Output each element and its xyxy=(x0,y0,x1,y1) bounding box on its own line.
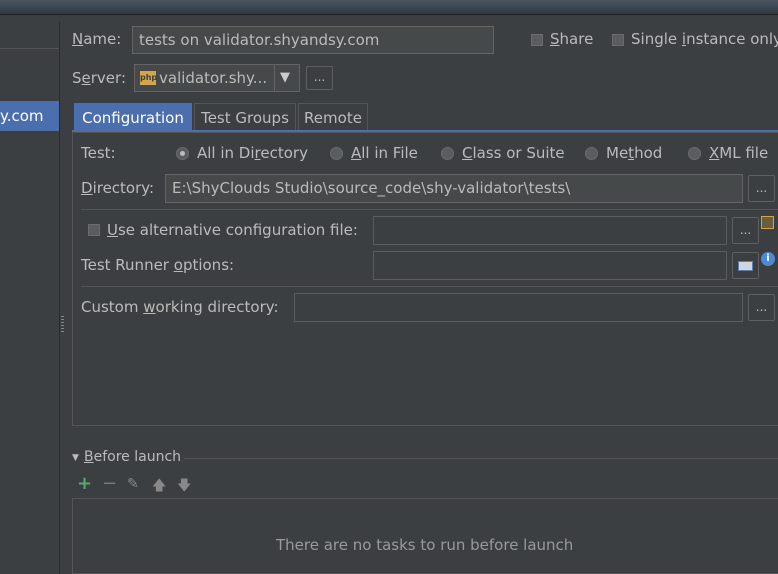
radio-all-in-file-label: All in File xyxy=(351,144,418,162)
directory-label: Directory: xyxy=(81,179,155,197)
radio-method-label: Method xyxy=(606,144,663,162)
working-dir-input[interactable] xyxy=(294,293,743,322)
radio-all-in-file[interactable] xyxy=(330,147,343,160)
server-label: Server: xyxy=(72,69,126,87)
directory-input[interactable]: E:\ShyClouds Studio\source_code\shy-vali… xyxy=(165,174,743,203)
php-icon: php xyxy=(140,71,157,85)
radio-xml-file-label: XML file xyxy=(709,144,769,162)
tab-configuration[interactable]: Configuration xyxy=(74,103,192,131)
add-icon[interactable]: + xyxy=(77,474,92,494)
tree-toolbar-divider xyxy=(0,48,59,49)
editor-icon xyxy=(738,261,753,271)
radio-method[interactable] xyxy=(585,147,598,160)
share-checkbox[interactable] xyxy=(531,34,543,46)
section-divider xyxy=(81,209,778,210)
server-browse-button[interactable]: ... xyxy=(306,66,333,90)
splitter-grip[interactable] xyxy=(61,316,64,332)
edit-icon[interactable]: ✎ xyxy=(127,476,139,492)
tab-remote[interactable]: Remote xyxy=(298,103,368,131)
alt-config-input[interactable] xyxy=(373,216,727,245)
share-label: Share xyxy=(550,30,594,48)
alt-config-label: Use alternative configuration file: xyxy=(107,221,358,239)
runner-options-label: Test Runner options: xyxy=(81,256,235,274)
single-instance-label: Single instance only xyxy=(631,30,778,48)
collapse-triangle-icon[interactable]: ▼ xyxy=(72,453,79,463)
working-dir-label: Custom working directory: xyxy=(81,298,279,316)
directory-browse-button[interactable]: ... xyxy=(748,175,775,202)
tab-test-groups[interactable]: Test Groups xyxy=(194,103,296,131)
single-instance-checkbox[interactable] xyxy=(612,34,624,46)
name-label: Name: xyxy=(72,30,122,48)
remove-icon[interactable]: − xyxy=(102,474,117,494)
before-launch-title[interactable]: Before launch xyxy=(84,449,181,465)
runner-options-input[interactable] xyxy=(373,251,727,280)
working-dir-browse-button[interactable]: ... xyxy=(748,294,775,321)
section-divider-2 xyxy=(81,286,778,287)
radio-class-or-suite-label: Class or Suite xyxy=(462,144,565,162)
alt-config-browse-button[interactable]: ... xyxy=(732,217,759,244)
window-title-bar xyxy=(0,0,778,15)
radio-all-in-directory[interactable] xyxy=(176,147,189,160)
alt-config-checkbox[interactable] xyxy=(88,224,100,236)
radio-class-or-suite[interactable] xyxy=(441,147,454,160)
info-icon[interactable]: i xyxy=(761,252,775,266)
chevron-down-icon: ▼ xyxy=(280,70,290,85)
tree-selected-item[interactable]: y.com xyxy=(0,101,59,131)
server-select[interactable]: php validator.shy... ▼ xyxy=(134,64,300,92)
move-down-icon[interactable]: 🡇 xyxy=(177,475,191,499)
radio-all-in-directory-label: All in Directory xyxy=(197,144,308,162)
empty-tasks-text: There are no tasks to run before launch xyxy=(276,536,574,554)
settings-icon[interactable] xyxy=(761,216,774,229)
before-launch-divider xyxy=(184,458,778,459)
name-input[interactable]: tests on validator.shyandsy.com xyxy=(132,26,494,54)
expand-editor-button[interactable] xyxy=(732,252,759,279)
test-kind-label: Test: xyxy=(81,144,116,162)
move-up-icon[interactable]: 🡅 xyxy=(152,475,166,499)
radio-xml-file[interactable] xyxy=(688,147,701,160)
select-divider xyxy=(274,65,275,91)
